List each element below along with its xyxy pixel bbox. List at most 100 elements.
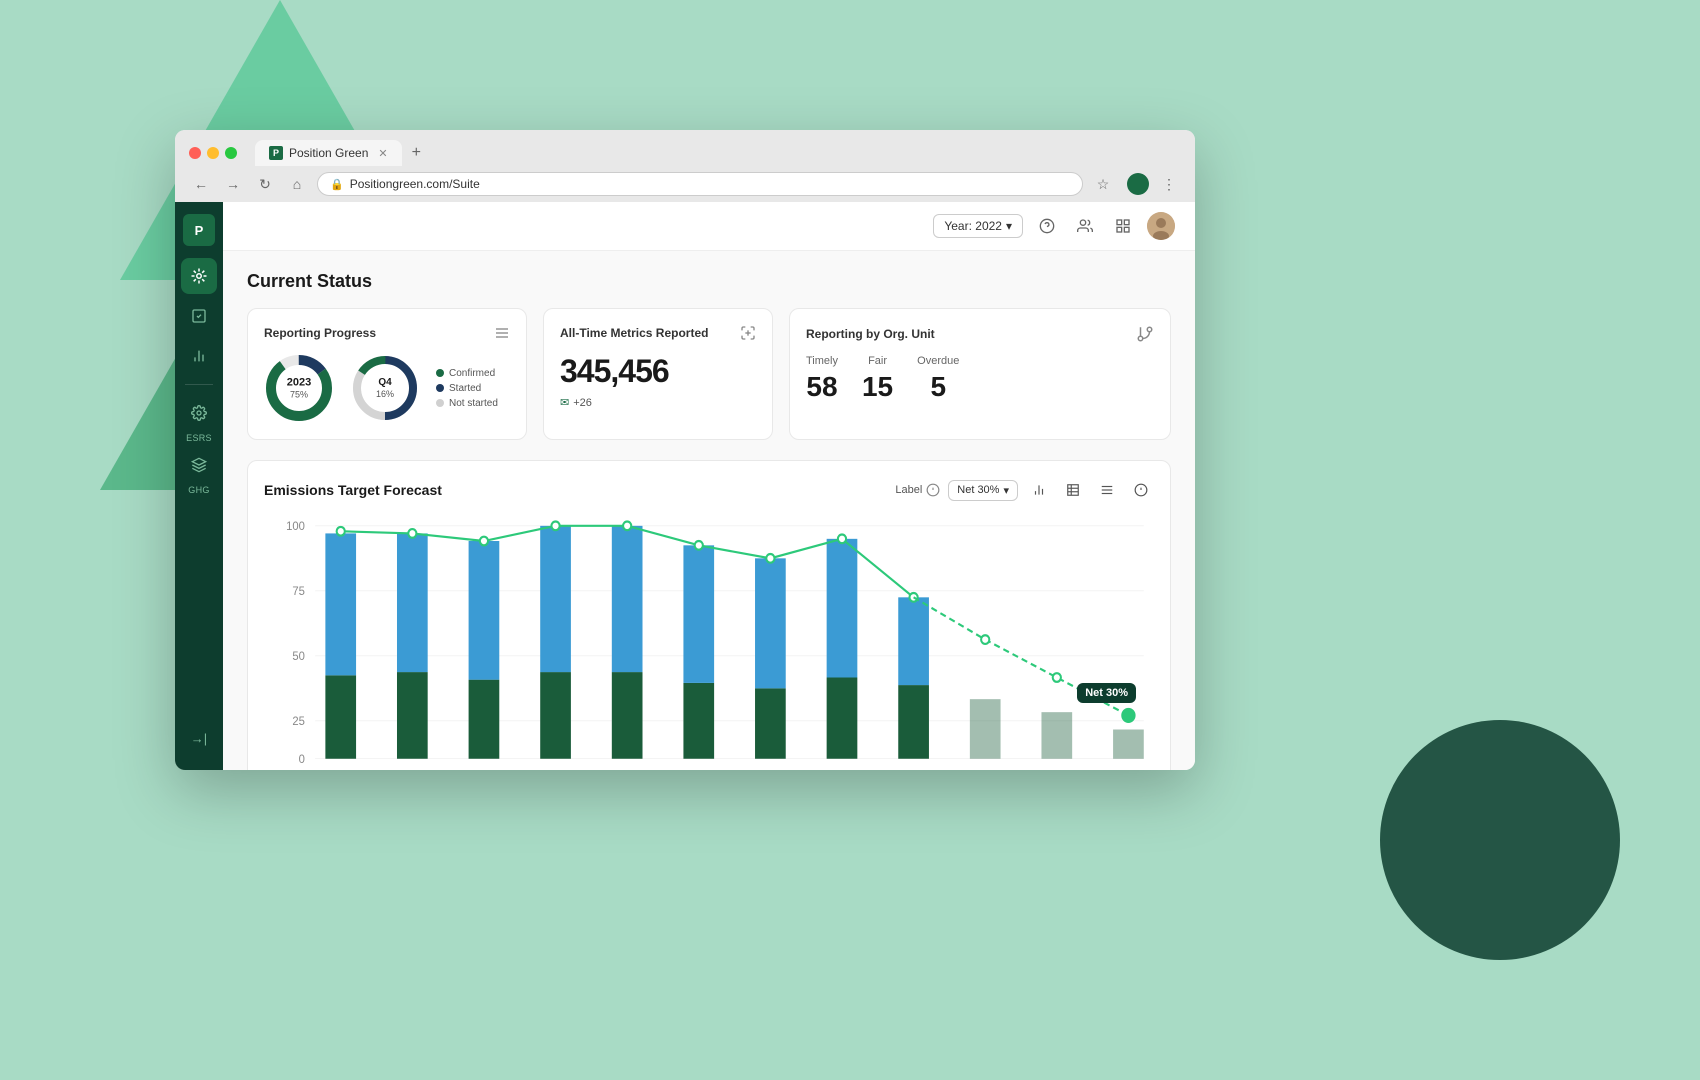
bar-1-dark bbox=[325, 675, 356, 758]
sidebar-item-settings[interactable] bbox=[181, 395, 217, 431]
bookmark-button[interactable]: ☆ bbox=[1091, 172, 1115, 196]
line-dot-7 bbox=[766, 554, 774, 563]
reporting-progress-title: Reporting Progress bbox=[264, 326, 376, 340]
org-stat-overdue-label: Overdue bbox=[917, 355, 959, 367]
sidebar-divider-1 bbox=[185, 384, 213, 385]
bg-circle bbox=[1380, 720, 1620, 960]
profile-button[interactable] bbox=[1127, 173, 1149, 195]
org-stat-fair-value: 15 bbox=[862, 371, 893, 403]
chart-header: Emissions Target Forecast Label Net 30% … bbox=[264, 477, 1154, 503]
tab-favicon: P bbox=[269, 146, 283, 160]
metrics-sub-value: +26 bbox=[573, 397, 592, 409]
donut-2023: 2023 75% bbox=[264, 353, 334, 423]
chart-bar-view-button[interactable] bbox=[1026, 477, 1052, 503]
browser-chrome: P Position Green ✕ + ← → ↻ ⌂ 🔒 Positiong… bbox=[175, 130, 1195, 202]
sidebar-item-chart[interactable] bbox=[181, 338, 217, 374]
lock-icon: 🔒 bbox=[330, 178, 344, 191]
started-dot bbox=[436, 384, 444, 392]
home-button[interactable]: ⌂ bbox=[285, 172, 309, 196]
bar-6-dark bbox=[683, 683, 714, 759]
minimize-button[interactable] bbox=[207, 147, 219, 159]
sidebar-item-metrics[interactable] bbox=[181, 258, 217, 294]
bar-11-dark bbox=[1041, 712, 1072, 759]
metrics-header: All-Time Metrics Reported bbox=[560, 325, 756, 341]
line-dot-4 bbox=[551, 522, 559, 531]
user-avatar[interactable] bbox=[1147, 212, 1175, 240]
bar-9-dark bbox=[898, 685, 929, 759]
sidebar-ghg-label: GHG bbox=[188, 485, 209, 495]
tab-bar: P Position Green ✕ + bbox=[255, 140, 429, 166]
chart-list-view-button[interactable] bbox=[1094, 477, 1120, 503]
bar-12-dark bbox=[1113, 730, 1144, 759]
confirmed-dot bbox=[436, 369, 444, 377]
donut-row: 2023 75% bbox=[264, 353, 510, 423]
donut-q4: Q4 16% bbox=[350, 353, 420, 423]
org-stat-overdue-value: 5 bbox=[930, 371, 946, 403]
tab-close-icon[interactable]: ✕ bbox=[378, 147, 387, 160]
progress-legend: Confirmed Started Not started bbox=[436, 368, 498, 409]
line-dot-8 bbox=[838, 535, 846, 544]
chart-info-button[interactable] bbox=[1128, 477, 1154, 503]
bar-4-blue bbox=[540, 526, 571, 672]
bar-7-blue bbox=[755, 558, 786, 688]
app-header: Year: 2022 ▾ bbox=[223, 202, 1195, 251]
org-stat-overdue: Overdue 5 bbox=[917, 355, 959, 403]
year-selector[interactable]: Year: 2022 ▾ bbox=[933, 214, 1023, 238]
sidebar-group-esrs: ESRS bbox=[175, 395, 223, 443]
svg-text:0: 0 bbox=[299, 754, 305, 766]
traffic-lights bbox=[189, 147, 237, 159]
chart-area: 100 75 50 25 0 bbox=[264, 515, 1154, 770]
browser-window: P Position Green ✕ + ← → ↻ ⌂ 🔒 Positiong… bbox=[175, 130, 1195, 770]
close-button[interactable] bbox=[189, 147, 201, 159]
org-stats: Timely 58 Fair 15 Overdue 5 bbox=[806, 355, 1154, 403]
new-tab-button[interactable]: + bbox=[404, 140, 429, 166]
org-stat-timely: Timely 58 bbox=[806, 355, 838, 403]
bar-2-dark bbox=[397, 672, 428, 759]
svg-text:75: 75 bbox=[292, 586, 305, 598]
bar-5-blue bbox=[612, 526, 643, 672]
help-button[interactable] bbox=[1033, 212, 1061, 240]
forecast-dot-end bbox=[1122, 709, 1134, 722]
browser-titlebar: P Position Green ✕ + bbox=[175, 130, 1195, 166]
dropdown-value: Net 30% bbox=[957, 484, 999, 496]
browser-menu-button[interactable]: ⋮ bbox=[1157, 172, 1181, 196]
line-dot-5 bbox=[623, 522, 631, 531]
maximize-button[interactable] bbox=[225, 147, 237, 159]
url-text: Positiongreen.com/Suite bbox=[350, 177, 480, 191]
chart-label-group: Label bbox=[895, 483, 940, 497]
forecast-dot-2 bbox=[1053, 673, 1061, 682]
bar-10-dark bbox=[970, 699, 1001, 759]
bar-3-dark bbox=[469, 680, 500, 759]
active-tab[interactable]: P Position Green ✕ bbox=[255, 140, 402, 166]
sidebar-item-ghg[interactable] bbox=[181, 447, 217, 483]
line-dot-9 bbox=[910, 593, 918, 602]
reload-button[interactable]: ↻ bbox=[253, 172, 277, 196]
label-dropdown[interactable]: Net 30% ▾ bbox=[948, 480, 1018, 501]
org-icon bbox=[1136, 325, 1154, 343]
forward-button[interactable]: → bbox=[221, 172, 245, 196]
metrics-sub: ✉ +26 bbox=[560, 396, 756, 409]
year-selector-text: Year: 2022 bbox=[944, 219, 1002, 233]
chart-controls: Label Net 30% ▾ bbox=[895, 477, 1154, 503]
reporting-progress-icon bbox=[494, 325, 510, 341]
address-bar[interactable]: 🔒 Positiongreen.com/Suite bbox=[317, 172, 1083, 196]
chart-table-view-button[interactable] bbox=[1060, 477, 1086, 503]
bar-4-dark bbox=[540, 672, 571, 759]
sidebar-collapse-button[interactable]: →| bbox=[181, 724, 217, 752]
chart-label-text: Label bbox=[895, 484, 922, 496]
back-button[interactable]: ← bbox=[189, 172, 213, 196]
bar-9-blue bbox=[898, 597, 929, 685]
org-stat-fair: Fair 15 bbox=[862, 355, 893, 403]
sidebar-logo[interactable]: P bbox=[183, 214, 215, 246]
year-dropdown-arrow: ▾ bbox=[1006, 219, 1012, 233]
sidebar-item-checklist[interactable] bbox=[181, 298, 217, 334]
page-title: Current Status bbox=[247, 271, 1171, 292]
all-time-metrics-card: All-Time Metrics Reported 345,456 ✉ +26 bbox=[543, 308, 773, 440]
svg-text:100: 100 bbox=[286, 521, 305, 533]
grid-button[interactable] bbox=[1109, 212, 1137, 240]
page-content: Current Status Reporting Progress bbox=[223, 251, 1195, 770]
org-header: Reporting by Org. Unit bbox=[806, 325, 1154, 343]
people-button[interactable] bbox=[1071, 212, 1099, 240]
org-stat-fair-label: Fair bbox=[868, 355, 887, 367]
chart-title: Emissions Target Forecast bbox=[264, 482, 442, 498]
